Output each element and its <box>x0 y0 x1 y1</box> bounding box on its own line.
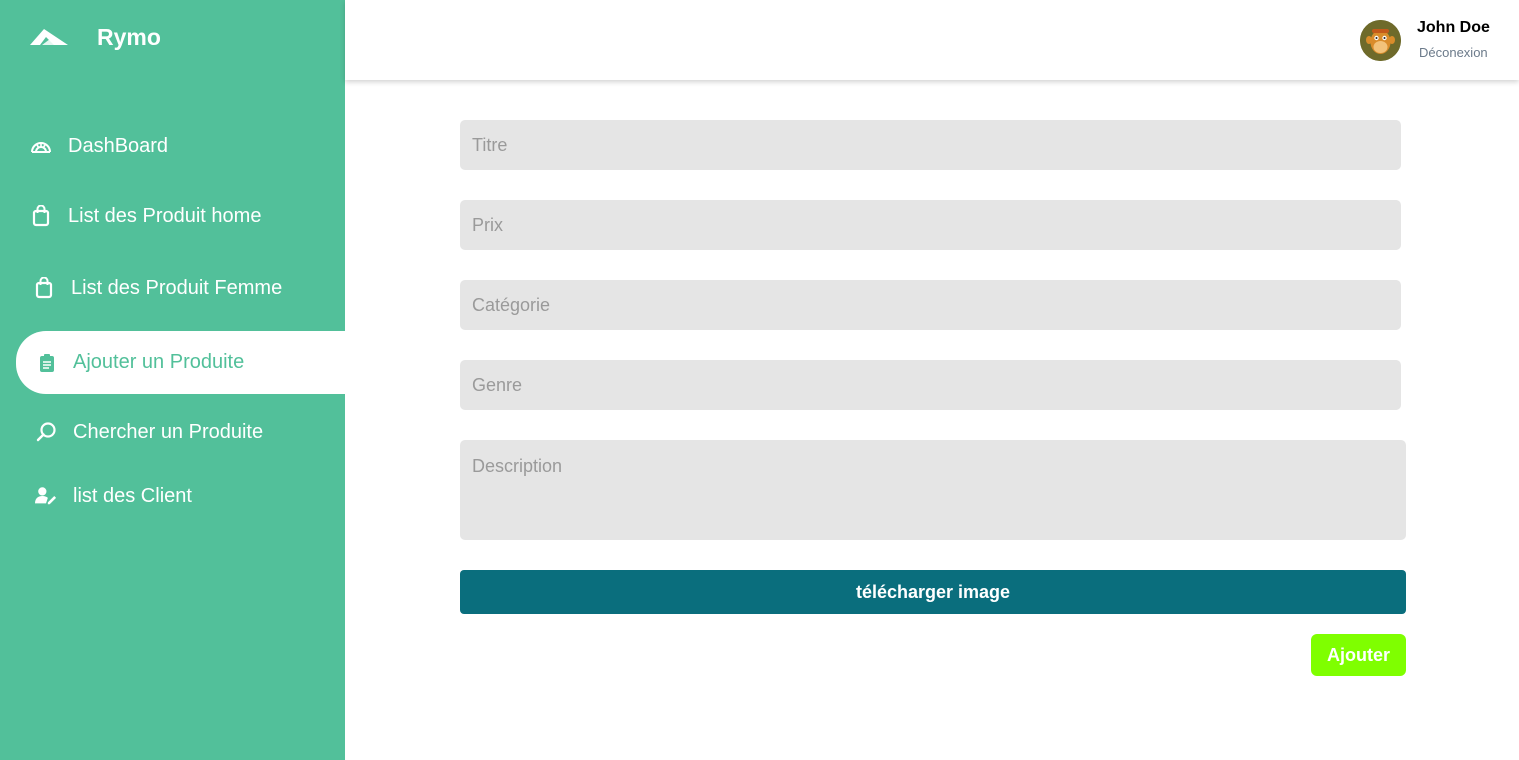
genre-input[interactable] <box>460 360 1401 410</box>
upload-image-button[interactable]: télécharger image <box>460 570 1406 614</box>
sidebar-item-list-client[interactable]: list des Client <box>16 468 345 524</box>
shopping-bag-icon <box>33 277 55 299</box>
brand[interactable]: Rymo <box>28 22 161 50</box>
sidebar-item-label: list des Client <box>73 484 192 507</box>
clipboard-list-icon <box>36 352 58 374</box>
brand-name: Rymo <box>97 24 161 50</box>
user-edit-icon <box>35 485 57 507</box>
sidebar: Rymo DashBoard List des Produit home Lis… <box>0 0 345 760</box>
sidebar-item-label: List des Produit Femme <box>71 276 283 299</box>
sidebar-item-label: Chercher un Produite <box>73 420 264 443</box>
plane-icon <box>28 25 70 47</box>
shopping-bag-icon <box>30 205 52 227</box>
dashboard-gauge-icon <box>30 135 52 157</box>
sidebar-item-ajouter-produit[interactable]: Ajouter un Produite <box>16 331 345 394</box>
user-name: John Doe <box>1417 19 1490 36</box>
sidebar-item-label: List des Produit home <box>68 204 262 227</box>
description-textarea[interactable] <box>460 440 1406 540</box>
sidebar-item-label: Ajouter un Produite <box>73 351 245 373</box>
categorie-input[interactable] <box>460 280 1401 330</box>
sidebar-item-chercher-produit[interactable]: Chercher un Produite <box>16 404 345 460</box>
sidebar-item-list-produit-home[interactable]: List des Produit home <box>16 188 345 244</box>
topbar: John Doe Déconexion <box>345 0 1519 80</box>
search-icon <box>35 421 57 443</box>
prix-input[interactable] <box>460 200 1401 250</box>
avatar[interactable] <box>1360 20 1401 61</box>
sidebar-item-list-produit-femme[interactable]: List des Produit Femme <box>16 260 345 316</box>
sidebar-item-dashboard[interactable]: DashBoard <box>16 118 345 174</box>
ajouter-button[interactable]: Ajouter <box>1311 634 1406 676</box>
sidebar-item-label: DashBoard <box>68 134 169 157</box>
logout-link[interactable]: Déconexion <box>1419 45 1488 60</box>
titre-input[interactable] <box>460 120 1401 170</box>
